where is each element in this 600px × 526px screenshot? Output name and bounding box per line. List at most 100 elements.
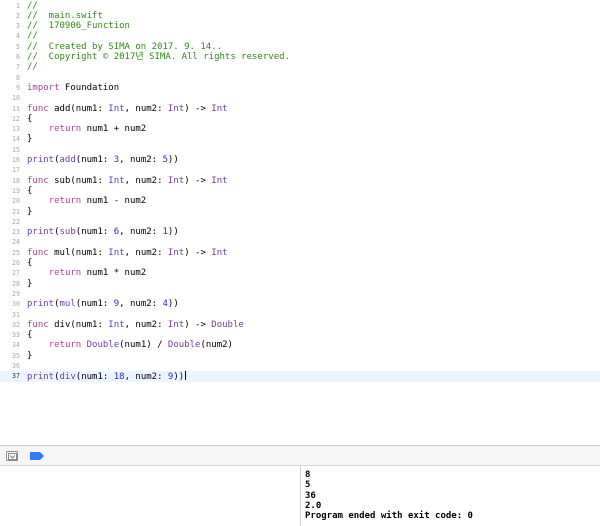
console-output[interactable]: 8 5 36 2.0 Program ended with exit code: 0 (305, 470, 595, 526)
line-number: 19 (12, 186, 20, 195)
code-line[interactable]: 27 return num1 * num2 (0, 268, 600, 278)
code-token: return (48, 124, 82, 135)
code-line[interactable]: 24 (0, 237, 600, 247)
console-line: Program ended with exit code: 0 (305, 511, 473, 522)
code-line[interactable]: 11 func add(num1: Int, num2: Int) -> Int (0, 104, 600, 114)
line-number: 2 (16, 11, 20, 20)
line-number: 22 (12, 217, 20, 226)
code-token: // Copyright © 2017년 SIMA. All rights re… (27, 52, 290, 62)
code-line[interactable]: 36 (0, 361, 600, 371)
code-token: sub(num1: (48, 175, 109, 186)
line-number: 3 (16, 22, 20, 31)
code-line[interactable]: 26 { (0, 258, 600, 268)
line-number: 13 (12, 125, 20, 134)
code-token: Int (167, 247, 185, 258)
code-token: )) (173, 372, 185, 383)
code-token: Int (108, 319, 125, 330)
source-editor[interactable]: 1//2 // main.swift 3 // 170906_Function 4//5… (0, 0, 600, 445)
code-token: Int (167, 103, 185, 114)
code-line[interactable]: 35} (0, 351, 600, 361)
code-token: } (27, 278, 33, 289)
line-number: 26 (12, 259, 20, 267)
code-line[interactable]: 18 func sub(num1: Int, num2: Int) -> Int (0, 176, 600, 186)
code-token: return (48, 268, 82, 279)
code-line[interactable]: 34 return Double(num1) / Double(num2) (0, 340, 600, 350)
code-line[interactable]: 14} (0, 134, 600, 144)
code-text: // 170906_Function (27, 21, 130, 31)
line-number: 25 (12, 248, 20, 257)
breakpoint-toggle-icon[interactable] (30, 452, 44, 460)
code-token: ) -> (184, 319, 212, 330)
code-text: } (27, 351, 32, 361)
line-number: 8 (16, 73, 20, 82)
code-token: , num2: (124, 247, 168, 258)
code-line[interactable]: 7 // (0, 62, 600, 72)
code-token: print (27, 155, 55, 165)
code-line[interactable]: 21} (0, 207, 600, 217)
code-line[interactable]: 4 // (0, 31, 600, 41)
variables-view[interactable] (0, 466, 300, 526)
code-line[interactable]: 12 { (0, 114, 600, 124)
code-line[interactable]: 8 (0, 73, 600, 83)
line-number: 15 (12, 145, 20, 154)
code-token: Foundation (59, 82, 120, 93)
code-line[interactable]: 19 { (0, 186, 600, 196)
line-number: 35 (12, 351, 20, 360)
code-line[interactable]: 10 (0, 93, 600, 103)
code-text: { (27, 186, 32, 196)
code-line[interactable]: 9 import Foundation (0, 83, 600, 93)
line-number: 7 (16, 63, 20, 72)
code-token: Int (167, 319, 185, 330)
line-number: 18 (12, 176, 20, 185)
code-line[interactable]: 2 // main.swift (0, 11, 600, 21)
code-line[interactable]: 3 // 170906_Function (0, 21, 600, 31)
code-line[interactable]: 25 func mul(num1: Int, num2: Int) -> Int (0, 248, 600, 258)
code-line[interactable]: 30 print(mul(num1: 9, num2: 4)) (0, 299, 600, 309)
code-line[interactable]: 6 // Copyright © 2017년 SIMA. All rights r… (0, 52, 600, 62)
code-token: (num1: (75, 299, 114, 310)
code-token: import (27, 82, 60, 93)
console-line: 5 (305, 480, 311, 491)
code-token: )) (167, 155, 179, 165)
code-token: (num1: (75, 155, 114, 165)
code-text: func sub(num1: Int, num2: Int) -> Int (27, 176, 228, 186)
code-line[interactable]: 13 return num1 + num2 (0, 124, 600, 134)
code-token: print (27, 227, 55, 238)
code-token: print (27, 372, 55, 383)
line-number: 12 (12, 114, 20, 123)
code-token: // Created by SIMA on 2017. 9. 14.. (27, 41, 223, 52)
code-token: Int (211, 103, 228, 114)
code-text: // main.swift (27, 11, 103, 21)
code-line[interactable]: 31 (0, 310, 600, 320)
line-number: 21 (12, 207, 20, 216)
code-line[interactable]: 5 // Created by SIMA on 2017. 9. 14.. (0, 42, 600, 52)
code-line[interactable]: 1 // (0, 1, 600, 11)
code-token: func (27, 247, 49, 258)
code-line[interactable]: 37 print(div(num1: 18, num2: 9)) (0, 371, 600, 383)
hide-debug-area-button[interactable] (6, 451, 18, 461)
code-line[interactable]: 15 (0, 145, 600, 155)
code-token: num1 * num2 (81, 268, 147, 279)
code-token: (num1) / (119, 340, 168, 351)
code-line[interactable]: 22 (0, 217, 600, 227)
code-line[interactable]: 32 func div(num1: Int, num2: Int) -> Doub… (0, 320, 600, 330)
code-text: print(div(num1: 18, num2: 9)) (27, 371, 187, 383)
code-token: Int (211, 175, 228, 186)
code-line[interactable]: 29 (0, 289, 600, 299)
code-token: , num2: (124, 103, 168, 114)
console-line: 8 (305, 470, 311, 480)
code-text: // (27, 1, 38, 11)
code-line[interactable]: 17 (0, 165, 600, 175)
code-line[interactable]: 23 print(sub(num1: 6, num2: 1)) (0, 227, 600, 237)
code-line[interactable]: 28} (0, 279, 600, 289)
code-token: )) (167, 299, 179, 310)
code-token: { (27, 113, 33, 124)
code-line[interactable]: 16 print(add(num1: 3, num2: 5)) (0, 155, 600, 165)
code-line[interactable]: 33 { (0, 330, 600, 340)
pane-divider[interactable] (300, 466, 301, 526)
code-token: func (27, 103, 49, 114)
code-line[interactable]: 20 return num1 - num2 (0, 196, 600, 206)
code-token: // main.swift (27, 10, 103, 21)
code-token: add(num1: (48, 103, 109, 114)
